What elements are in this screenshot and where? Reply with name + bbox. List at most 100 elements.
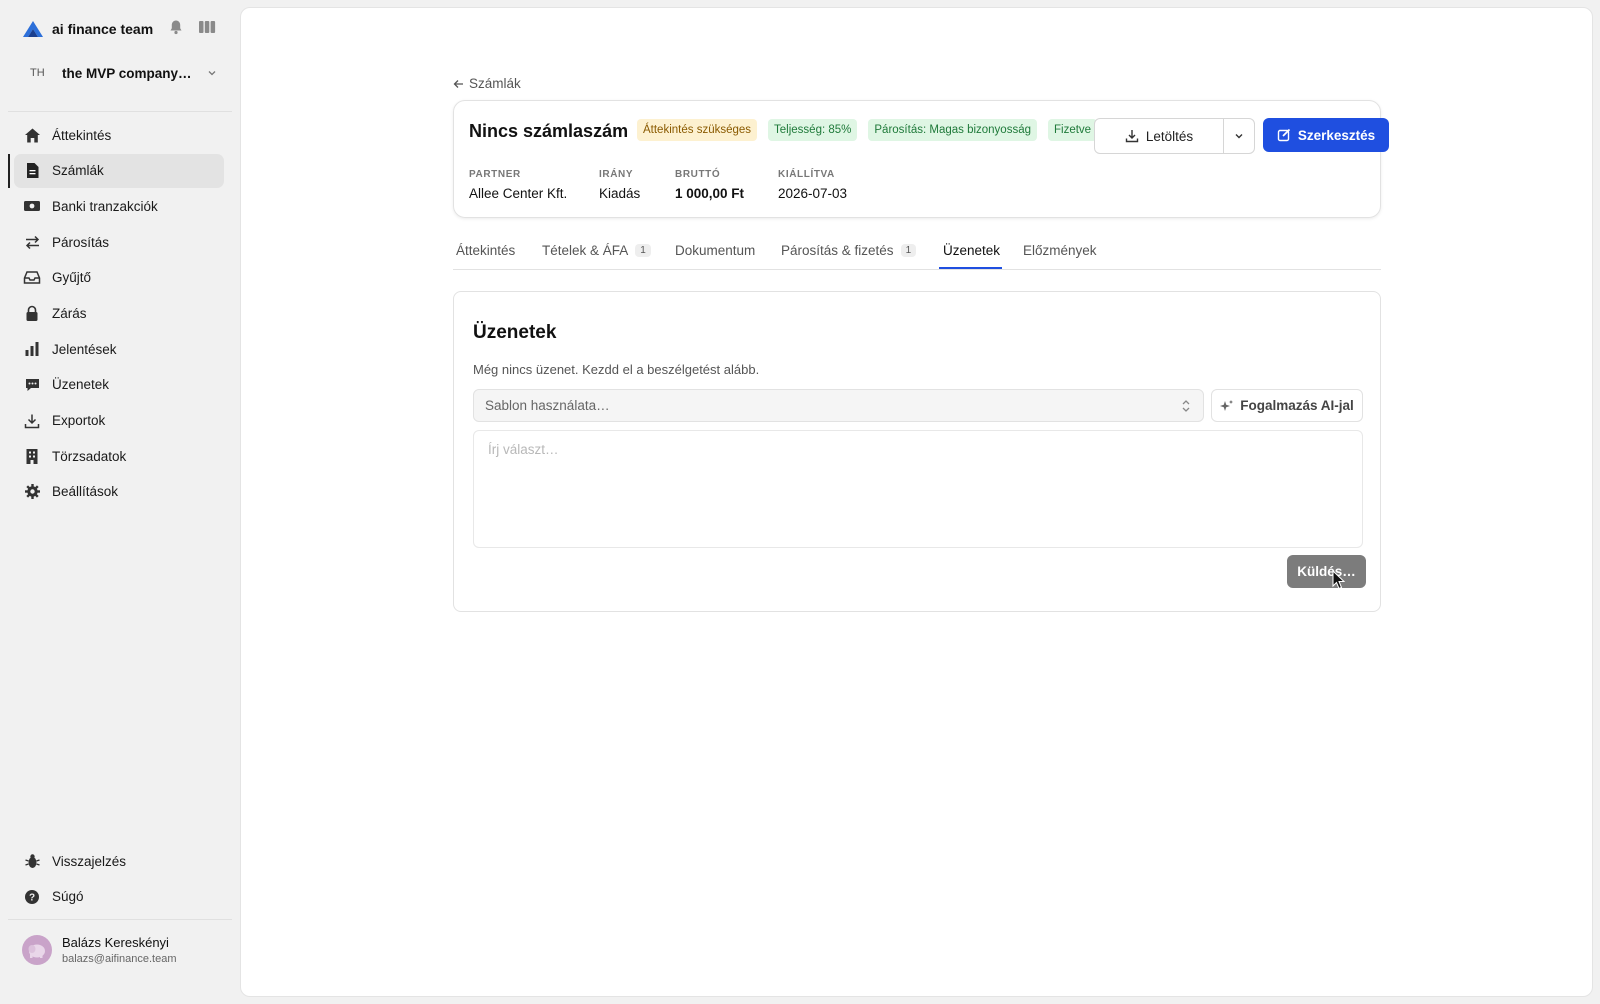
building-icon xyxy=(23,447,41,465)
messages-card: Üzenetek Még nincs üzenet. Kezdd el a be… xyxy=(453,291,1381,612)
back-link[interactable]: Számlák xyxy=(453,76,521,91)
sidebar-divider xyxy=(8,111,232,112)
sidebar-item-banki-tranzakciok[interactable]: Banki tranzakciók xyxy=(14,189,224,223)
brand[interactable]: ai finance team xyxy=(22,18,153,40)
sidebar-item-label: Banki tranzakciók xyxy=(52,198,158,214)
template-select[interactable]: Sablon használata… xyxy=(473,389,1204,422)
swap-icon xyxy=(23,233,41,251)
meta-partner: PARTNER Allee Center Kft. xyxy=(469,169,567,201)
sidebar-item-attekintes[interactable]: Áttekintés xyxy=(14,118,224,152)
meta-label: KIÁLLÍTVA xyxy=(778,169,835,180)
tab-uzenetek[interactable]: Üzenetek xyxy=(943,239,1000,261)
invoice-header-card: Nincs számlaszám Áttekintés szükséges Te… xyxy=(453,100,1389,218)
tab-count-badge: 1 xyxy=(635,243,651,257)
brand-name: ai finance team xyxy=(52,21,154,37)
arrow-left-icon xyxy=(453,79,463,88)
sidebar-item-jelentesek[interactable]: Jelentések xyxy=(14,332,224,366)
user-profile[interactable]: Balázs Kereskényi balazs@aifinance.team xyxy=(22,935,177,965)
back-link-label: Számlák xyxy=(469,76,521,91)
company-initials: TH xyxy=(30,67,45,79)
edit-button[interactable]: Szerkesztés xyxy=(1263,118,1389,152)
chevron-up-down-icon xyxy=(1182,400,1190,412)
tab-elozmenyek[interactable]: Előzmények xyxy=(1023,239,1097,261)
meta-value: 1 000,00 Ft xyxy=(675,186,745,201)
meta-value: Kiadás xyxy=(599,186,641,201)
page-title: Nincs számlaszám xyxy=(469,121,629,141)
company-name: the MVP company… xyxy=(62,65,192,81)
sidebar-nav: Áttekintés Számlák Banki tranzakciók Pár… xyxy=(8,118,224,511)
status-badge: Áttekintés szükséges xyxy=(637,119,758,141)
sidebar-item-szamlak[interactable]: Számlák xyxy=(8,153,224,188)
tab-label: Üzenetek xyxy=(943,242,1001,258)
sidebar-item-gyujto[interactable]: Gyűjtő xyxy=(14,261,224,295)
sidebar-item-exportok[interactable]: Exportok xyxy=(14,404,224,438)
svg-text:?: ? xyxy=(29,892,35,903)
sidebar-item-label: Visszajelzés xyxy=(52,853,127,869)
meta-value: Allee Center Kft. xyxy=(469,186,568,201)
help-icon: ? xyxy=(23,888,41,906)
sidebar-item-label: Beállítások xyxy=(52,484,119,500)
status-badge: Párosítás: Magas bizonyosság xyxy=(868,119,1037,141)
document-icon xyxy=(23,162,41,180)
sidebar-item-parositas[interactable]: Párosítás xyxy=(14,225,224,259)
elephant-icon xyxy=(28,944,45,958)
download-button[interactable]: Letöltés xyxy=(1094,118,1224,154)
main-panel: Számlák Nincs számlaszám Áttekintés szük… xyxy=(240,7,1593,997)
chat-icon xyxy=(23,376,41,394)
status-badge: Fizetve xyxy=(1048,119,1098,141)
send-button[interactable]: Küldés… xyxy=(1287,555,1366,588)
sidebar-item-label: Törzsadatok xyxy=(52,448,127,464)
edit-button-label: Szerkesztés xyxy=(1297,127,1376,143)
send-button-label: Küldés… xyxy=(1297,564,1356,579)
tab-label: Dokumentum xyxy=(675,242,756,258)
download-icon xyxy=(1125,130,1139,143)
tab-label: Párosítás & fizetés xyxy=(781,242,894,258)
lock-icon xyxy=(23,304,41,322)
sidebar-item-beallitasok[interactable]: Beállítások xyxy=(14,475,224,509)
status-badges: Áttekintés szükséges Teljesség: 85% Páro… xyxy=(637,119,1098,141)
download-options-button[interactable] xyxy=(1223,118,1255,154)
ai-compose-button-label: Fogalmazás AI-jal xyxy=(1240,398,1354,413)
tab-label: Áttekintés xyxy=(456,242,516,258)
messages-title: Üzenetek xyxy=(473,322,557,343)
tab-parositas-fizetes[interactable]: Párosítás & fizetés 1 xyxy=(781,239,917,261)
meta-direction: IRÁNY Kiadás xyxy=(599,169,640,201)
edit-icon xyxy=(1277,128,1290,142)
meta-label: BRUTTÓ xyxy=(675,169,721,180)
sidebar-item-label: Súgó xyxy=(52,889,84,905)
sidebar-item-zaras[interactable]: Zárás xyxy=(14,296,224,330)
meta-label: PARTNER xyxy=(469,169,521,180)
chevron-down-icon xyxy=(1235,134,1243,139)
sidebar-item-sugo[interactable]: ? Súgó xyxy=(14,880,224,914)
meta-gross: BRUTTÓ 1 000,00 Ft xyxy=(675,169,744,201)
columns-icon[interactable] xyxy=(198,19,216,35)
sparkles-icon xyxy=(1220,399,1234,411)
sidebar-item-torzsadatok[interactable]: Törzsadatok xyxy=(14,439,224,473)
template-select-placeholder: Sablon használata… xyxy=(485,398,610,413)
avatar xyxy=(22,935,52,965)
inbox-icon xyxy=(23,269,41,287)
user-name: Balázs Kereskényi xyxy=(62,935,169,950)
brand-logo-icon xyxy=(23,21,43,37)
company-switcher[interactable]: TH the MVP company… xyxy=(22,60,218,86)
sidebar-item-label: Üzenetek xyxy=(52,377,110,393)
download-button-label: Letöltés xyxy=(1145,128,1194,144)
ai-compose-button[interactable]: Fogalmazás AI-jal xyxy=(1211,389,1363,422)
sidebar-item-visszajelzes[interactable]: Visszajelzés xyxy=(14,844,224,878)
mouse-cursor-icon xyxy=(1332,570,1346,590)
gear-icon xyxy=(23,483,41,501)
bar-chart-icon xyxy=(23,340,41,358)
reply-textarea[interactable] xyxy=(473,430,1363,548)
sidebar-item-label: Számlák xyxy=(52,163,104,179)
bell-icon[interactable] xyxy=(168,19,184,35)
download-icon xyxy=(23,412,41,430)
tab-attekintes[interactable]: Áttekintés xyxy=(456,239,515,261)
meta-value: 2026-07-03 xyxy=(778,186,848,201)
tab-label: Tételek & ÁFA xyxy=(542,242,629,258)
bug-icon xyxy=(23,852,41,870)
tab-dokumentum[interactable]: Dokumentum xyxy=(675,239,755,261)
sidebar-item-uzenetek[interactable]: Üzenetek xyxy=(14,368,224,402)
tab-tetelek-afa[interactable]: Tételek & ÁFA 1 xyxy=(542,239,651,261)
chevron-down-icon xyxy=(208,71,216,76)
home-icon xyxy=(23,126,41,144)
